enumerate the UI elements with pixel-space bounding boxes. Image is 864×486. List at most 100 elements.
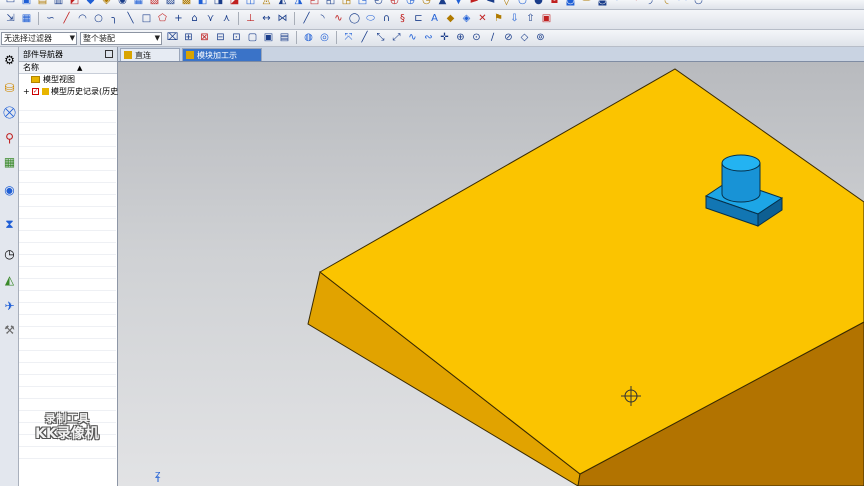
snap-point-icon[interactable]: ✛ (438, 31, 451, 44)
snap-line-icon[interactable]: ∕ (486, 31, 499, 44)
web-browser-icon[interactable]: ◉ (2, 183, 17, 198)
text-icon[interactable]: A (428, 12, 441, 25)
selection-filter-dropdown[interactable]: 无选择过滤器 ▼ (1, 32, 77, 45)
shade-icon[interactable]: ◙ (564, 0, 577, 7)
snap-bound-icon[interactable]: ◇ (518, 31, 531, 44)
extend-icon[interactable]: ⋏ (220, 12, 233, 25)
wireframe-view-icon[interactable]: ◎ (318, 31, 331, 44)
snap-control-icon[interactable]: ⤡ (374, 31, 387, 44)
project-icon[interactable]: ⊏ (412, 12, 425, 25)
save-icon[interactable]: ▥ (52, 0, 65, 7)
feature-select-icon[interactable]: ▣ (262, 31, 275, 44)
expand-icon[interactable]: + (23, 86, 30, 98)
snap-end-icon[interactable]: ⤧ (342, 31, 355, 44)
history-icon[interactable]: ⧗ (2, 217, 17, 232)
import-icon[interactable]: ⇩ (508, 12, 521, 25)
surface-icon[interactable]: ◶ (404, 0, 417, 7)
constraint-icon[interactable]: ⊥ (244, 12, 257, 25)
circle-icon[interactable]: ○ (92, 12, 105, 25)
pan-icon[interactable]: ◘ (548, 0, 561, 7)
undo-icon[interactable]: ◩ (68, 0, 81, 7)
datum-icon[interactable]: ◴ (372, 0, 385, 7)
export-icon[interactable]: ⇧ (524, 12, 537, 25)
more-icon[interactable]: ◡ (692, 0, 705, 7)
spline-icon[interactable]: ∿ (332, 12, 345, 25)
snap-arc-center-icon[interactable]: ∿ (406, 31, 419, 44)
boss-cylinder-top[interactable] (721, 154, 761, 172)
line-icon[interactable]: ╱ (60, 12, 73, 25)
trim-curve-icon[interactable]: ⋎ (204, 12, 217, 25)
rectangle-icon[interactable]: □ (140, 12, 153, 25)
layer-filter-icon[interactable]: ▢ (246, 31, 259, 44)
reset-filter-icon[interactable]: ⊞ (182, 31, 195, 44)
hide-icon[interactable]: ◝ (628, 0, 641, 7)
clock-icon[interactable]: ◷ (2, 247, 17, 262)
general-filter-icon[interactable]: ⊟ (214, 31, 227, 44)
snap-icon[interactable]: ◟ (660, 0, 673, 7)
sketch-icon[interactable]: ◵ (388, 0, 401, 7)
mirror-icon[interactable]: ◳ (356, 0, 369, 7)
edge-icon[interactable]: ◛ (596, 0, 609, 7)
layer-icon[interactable]: ► (468, 0, 481, 7)
tab-part-2-active[interactable]: 模块加工示范.prt × (182, 48, 262, 73)
tab-part-1[interactable]: 直连型.prt (120, 48, 180, 73)
analysis-icon[interactable]: ▲ (436, 0, 449, 7)
mirror-curve-icon[interactable]: ⋈ (276, 12, 289, 25)
type-filter-icon[interactable]: ⊠ (198, 31, 211, 44)
polygon-icon[interactable]: ⬠ (156, 12, 169, 25)
snap-pole-icon[interactable]: ⊚ (534, 31, 547, 44)
snap-quadrant-icon[interactable]: ⊕ (454, 31, 467, 44)
tree-item-model-views[interactable]: 模型视图 (19, 74, 117, 86)
curve-rule-icon[interactable]: ▤ (278, 31, 291, 44)
sketch-grid-icon[interactable]: ▦ (20, 12, 33, 25)
chamfer-icon[interactable]: ◪ (228, 0, 241, 7)
settings-icon[interactable]: ⚙ (2, 53, 17, 68)
circle2-icon[interactable]: ◯ (348, 12, 361, 25)
sort-ascending-icon[interactable]: ▲ (77, 62, 82, 74)
point-icon[interactable]: + (172, 12, 185, 25)
pad-icon[interactable]: ▨ (164, 0, 177, 7)
grid-icon[interactable]: ◠ (676, 0, 689, 7)
fillet-icon[interactable]: ╮ (108, 12, 121, 25)
render-icon[interactable]: ▼ (452, 0, 465, 7)
view-icon[interactable]: ◄ (484, 0, 497, 7)
trim-icon[interactable]: ◭ (276, 0, 289, 7)
patch-icon[interactable]: ▣ (540, 12, 553, 25)
ellipse-icon[interactable]: ⬭ (364, 12, 377, 25)
constraint-navigator-icon[interactable]: ⛒ (2, 105, 17, 120)
helix-icon[interactable]: § (396, 12, 409, 25)
zoom-icon[interactable]: ○ (516, 0, 529, 7)
assembly-scope-dropdown[interactable]: 整个装配 ▼ (80, 32, 162, 45)
open-icon[interactable]: ▤ (36, 0, 49, 7)
tree-item-model-history[interactable]: + ✓ 模型历史记录(历史 (19, 86, 118, 98)
flag-icon[interactable]: ⚑ (492, 12, 505, 25)
sew-icon[interactable]: ✕ (476, 12, 489, 25)
shell-icon[interactable]: ◫ (244, 0, 257, 7)
color-icon[interactable]: ◜ (612, 0, 625, 7)
blend-icon[interactable]: ◨ (212, 0, 225, 7)
dimension-icon[interactable]: ↔ (260, 12, 273, 25)
roles-icon[interactable]: ⚒ (2, 323, 17, 338)
show-icon[interactable]: ◞ (644, 0, 657, 7)
process-studio-icon[interactable]: ✈ (2, 299, 17, 314)
thicken-icon[interactable]: ◈ (460, 12, 473, 25)
navigator-column-header[interactable]: 名称 ▲ (19, 62, 117, 74)
select-icon[interactable]: ▭ (4, 0, 17, 7)
slot-icon[interactable]: ▩ (180, 0, 193, 7)
unite-icon[interactable]: ◮ (292, 0, 305, 7)
arc2-icon[interactable]: ◝ (316, 12, 329, 25)
draft-icon[interactable]: ◬ (260, 0, 273, 7)
surface2-icon[interactable]: ◆ (444, 12, 457, 25)
intersect-icon[interactable]: ◱ (324, 0, 337, 7)
hole-icon[interactable]: ◉ (116, 0, 129, 7)
new-icon[interactable]: ▣ (20, 0, 33, 7)
system-materials-icon[interactable]: ◭ (2, 273, 17, 288)
shaded-view-icon[interactable]: ◍ (302, 31, 315, 44)
profile-icon[interactable]: ∽ (44, 12, 57, 25)
snap-mid-icon[interactable]: ╱ (358, 31, 371, 44)
checkbox-icon[interactable]: ✓ (32, 88, 39, 95)
part-navigator-icon[interactable]: ⚲ (2, 131, 17, 146)
extrude-icon[interactable]: ◆ (84, 0, 97, 7)
measure-icon[interactable]: ◷ (420, 0, 433, 7)
color-filter-icon[interactable]: ⊡ (230, 31, 243, 44)
